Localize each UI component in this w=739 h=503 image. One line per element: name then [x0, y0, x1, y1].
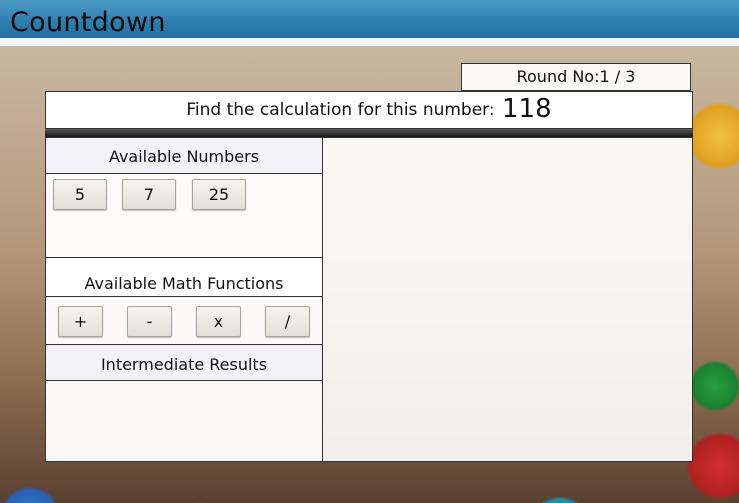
- app-title: Countdown: [10, 7, 166, 38]
- left-panel: Available Numbers 5 7 25 Available Math …: [45, 137, 323, 462]
- available-numbers-heading: Available Numbers: [46, 138, 322, 173]
- intermediate-results-heading: Intermediate Results: [46, 345, 322, 380]
- intermediate-results-area: [46, 381, 322, 461]
- target-prompt: Find the calculation for this number:: [186, 100, 495, 120]
- workspace-panel[interactable]: [322, 137, 693, 462]
- divider-strip: [45, 129, 693, 137]
- plus-button[interactable]: +: [58, 306, 103, 337]
- target-bar: Find the calculation for this number: 11…: [45, 91, 693, 129]
- title-bar: Countdown: [0, 0, 739, 46]
- divide-button[interactable]: /: [265, 306, 310, 337]
- divider: [46, 296, 322, 297]
- minus-button[interactable]: -: [127, 306, 172, 337]
- round-indicator: Round No:1 / 3: [461, 63, 691, 91]
- number-button-3[interactable]: 25: [192, 179, 246, 210]
- multiply-button[interactable]: x: [196, 306, 241, 337]
- number-button-2[interactable]: 7: [122, 179, 176, 210]
- number-button-1[interactable]: 5: [53, 179, 107, 210]
- target-number: 118: [502, 94, 552, 124]
- math-functions-heading: Available Math Functions: [46, 258, 322, 296]
- divider: [46, 173, 322, 174]
